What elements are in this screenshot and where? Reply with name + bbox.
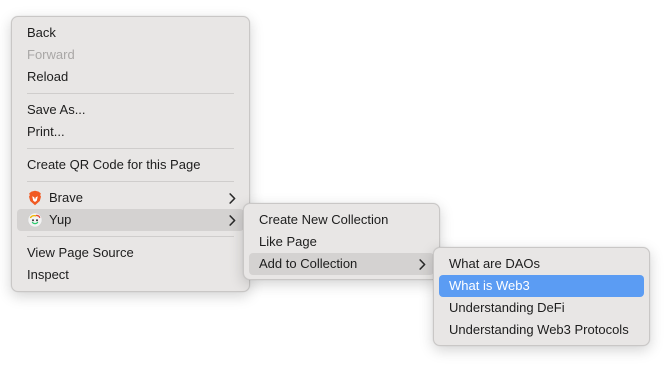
menu-item-label: View Page Source [27, 245, 134, 260]
menu-item-label: Understanding Web3 Protocols [449, 322, 629, 337]
chevron-right-icon [229, 187, 236, 209]
menu-item-forward: Forward [17, 44, 244, 66]
menu-item-label: Create QR Code for this Page [27, 157, 201, 172]
menu-item-collection[interactable]: What are DAOs [439, 253, 644, 275]
menu-separator [27, 236, 234, 237]
menu-separator [27, 148, 234, 149]
menu-item-yup[interactable]: Yup [17, 209, 244, 231]
brave-lion-icon [27, 190, 43, 206]
menu-item-label: Like Page [259, 234, 317, 249]
menu-item-add-to-collection[interactable]: Add to Collection [249, 253, 434, 275]
menu-item-label: Save As... [27, 102, 86, 117]
menu-item-label: Understanding DeFi [449, 300, 565, 315]
chevron-right-icon [419, 253, 426, 275]
collection-submenu: What are DAOs What is Web3 Understanding… [433, 247, 650, 346]
menu-item-create-new-collection[interactable]: Create New Collection [249, 209, 434, 231]
menu-item-print[interactable]: Print... [17, 121, 244, 143]
menu-item-save-as[interactable]: Save As... [17, 99, 244, 121]
menu-item-like-page[interactable]: Like Page [249, 231, 434, 253]
menu-item-label: Print... [27, 124, 65, 139]
menu-item-create-qr-code[interactable]: Create QR Code for this Page [17, 154, 244, 176]
yup-submenu: Create New Collection Like Page Add to C… [243, 203, 440, 280]
menu-item-collection-selected[interactable]: What is Web3 [439, 275, 644, 297]
browser-context-menu: Back Forward Reload Save As... Print... … [11, 16, 250, 292]
menu-item-label: Inspect [27, 267, 69, 282]
menu-item-view-page-source[interactable]: View Page Source [17, 242, 244, 264]
menu-separator [27, 181, 234, 182]
menu-item-label: Reload [27, 69, 69, 84]
menu-item-reload[interactable]: Reload [17, 66, 244, 88]
menu-item-brave[interactable]: Brave [17, 187, 244, 209]
menu-item-label: Back [27, 25, 56, 40]
menu-item-collection[interactable]: Understanding DeFi [439, 297, 644, 319]
menu-item-back[interactable]: Back [17, 22, 244, 44]
yup-icon [27, 212, 43, 228]
menu-item-inspect[interactable]: Inspect [17, 264, 244, 286]
menu-item-label: Create New Collection [259, 212, 389, 227]
menu-item-collection[interactable]: Understanding Web3 Protocols [439, 319, 644, 341]
menu-item-label: What is Web3 [449, 278, 530, 293]
menu-item-label: Forward [27, 47, 75, 62]
menu-item-label: Yup [49, 212, 72, 227]
menu-item-label: Add to Collection [259, 256, 358, 271]
chevron-right-icon [229, 209, 236, 231]
menu-item-label: Brave [49, 190, 83, 205]
menu-item-label: What are DAOs [449, 256, 541, 271]
menu-separator [27, 93, 234, 94]
